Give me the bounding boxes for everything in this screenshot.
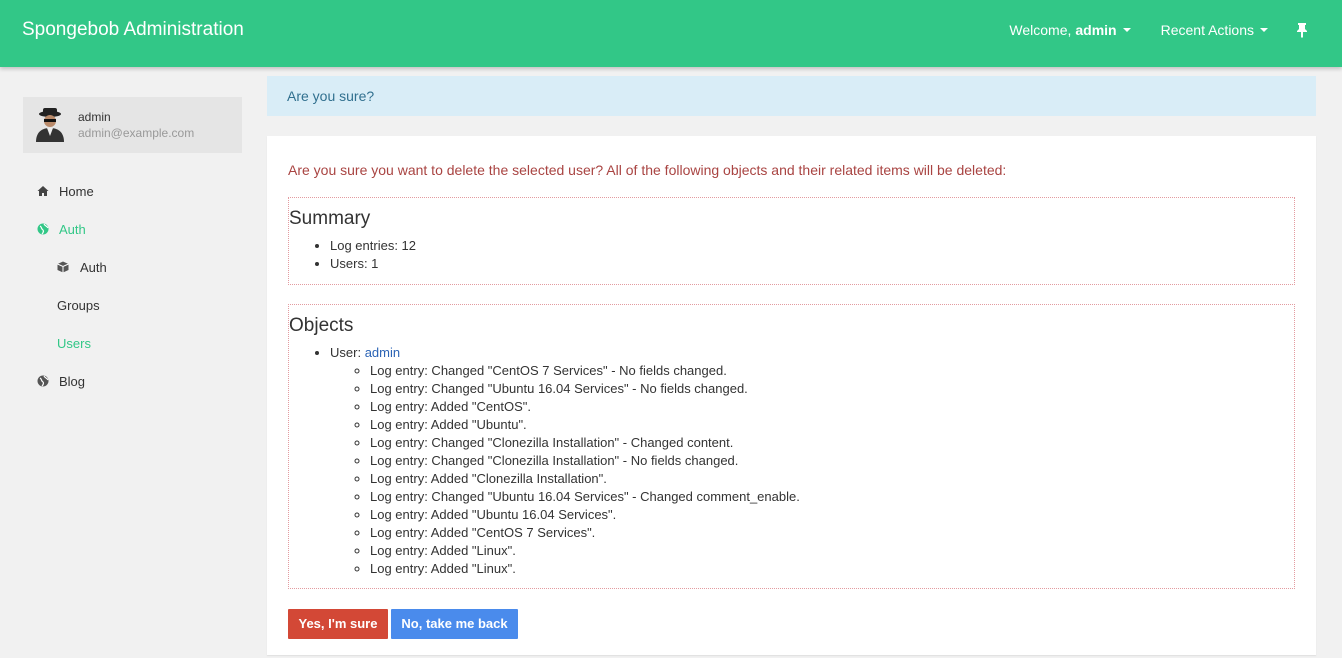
sidebar-item-label: Groups: [57, 297, 100, 313]
sidebar-menu: Home Auth Auth Groups Users Blog: [0, 172, 262, 400]
globe-icon: [37, 375, 49, 387]
caret-down-icon: [1260, 28, 1268, 32]
user-prefix: User:: [330, 345, 362, 360]
summary-list: Log entries: 12 Users: 1: [330, 237, 1294, 273]
sidebar-item-groups[interactable]: Groups: [0, 286, 262, 324]
profile-name: admin: [78, 110, 111, 124]
objects-box: Objects User: admin Log entry: Changed "…: [288, 304, 1295, 589]
log-entry: Log entry: Added "Ubuntu 16.04 Services"…: [370, 506, 1294, 524]
sidebar-item-auth[interactable]: Auth: [0, 248, 262, 286]
sidebar-item-users[interactable]: Users: [0, 324, 262, 362]
profile-email: admin@example.com: [78, 126, 195, 140]
delete-confirmation-card: Are you sure you want to delete the sele…: [267, 136, 1316, 655]
welcome-dropdown[interactable]: Welcome, admin: [1009, 22, 1131, 38]
welcome-username: admin: [1075, 22, 1117, 38]
sidebar: admin admin@example.com Home Auth Auth G…: [0, 67, 262, 658]
log-entry: Log entry: Added "Ubuntu".: [370, 416, 1294, 434]
sidebar-item-home[interactable]: Home: [0, 172, 262, 210]
summary-box: Summary Log entries: 12 Users: 1: [288, 197, 1295, 285]
sidebar-item-blog[interactable]: Blog: [0, 362, 262, 400]
log-entry: Log entry: Added "Clonezilla Installatio…: [370, 470, 1294, 488]
caret-down-icon: [1122, 28, 1131, 32]
home-icon: [37, 185, 49, 197]
log-entry: Log entry: Added "Linux".: [370, 560, 1294, 578]
sidebar-item-label: Auth: [59, 221, 86, 237]
log-entry: Log entry: Changed "CentOS 7 Services" -…: [370, 362, 1294, 380]
log-entry: Log entry: Added "CentOS".: [370, 398, 1294, 416]
log-entry: Log entry: Changed "Clonezilla Installat…: [370, 434, 1294, 452]
pin-icon[interactable]: [1296, 22, 1308, 38]
avatar: [33, 106, 67, 142]
log-entry: Log entry: Changed "Ubuntu 16.04 Service…: [370, 380, 1294, 398]
delete-question: Are you sure you want to delete the sele…: [288, 162, 1007, 178]
log-entry: Log entry: Changed "Clonezilla Installat…: [370, 452, 1294, 470]
confirm-alert: Are you sure?: [267, 76, 1316, 116]
confirm-delete-button[interactable]: Yes, I'm sure: [288, 609, 388, 639]
log-entry: Log entry: Added "Linux".: [370, 542, 1294, 560]
navbar-right: Welcome, admin Recent Actions: [979, 22, 1308, 38]
summary-title: Summary: [289, 208, 371, 229]
sidebar-item-label: Blog: [59, 373, 86, 389]
sidebar-item-label: Auth: [80, 259, 107, 275]
log-entry: Log entry: Added "CentOS 7 Services".: [370, 524, 1294, 542]
brand-title[interactable]: Spongebob Administration: [22, 19, 244, 41]
list-item: Users: 1: [330, 255, 1294, 273]
recent-actions-dropdown[interactable]: Recent Actions: [1161, 22, 1268, 38]
sidebar-item-label: Home: [59, 183, 94, 199]
log-entry-list: Log entry: Changed "CentOS 7 Services" -…: [370, 362, 1294, 578]
sidebar-item-label: Users: [57, 335, 91, 351]
list-item: User: admin Log entry: Changed "CentOS 7…: [330, 344, 1294, 578]
recent-actions-label: Recent Actions: [1160, 22, 1254, 38]
user-profile-card[interactable]: admin admin@example.com: [23, 97, 242, 153]
log-entry: Log entry: Changed "Ubuntu 16.04 Service…: [370, 488, 1294, 506]
sidebar-item-auth-group[interactable]: Auth: [0, 210, 262, 248]
globe-icon: [37, 223, 49, 235]
objects-title: Objects: [289, 315, 354, 336]
welcome-prefix: Welcome,: [1009, 22, 1072, 38]
objects-list: User: admin Log entry: Changed "CentOS 7…: [330, 344, 1294, 578]
cube-icon: [57, 261, 69, 273]
top-navbar: Spongebob Administration Welcome, admin …: [0, 0, 1342, 67]
list-item: Log entries: 12: [330, 237, 1294, 255]
cancel-button[interactable]: No, take me back: [391, 609, 518, 639]
user-link[interactable]: admin: [365, 345, 400, 360]
